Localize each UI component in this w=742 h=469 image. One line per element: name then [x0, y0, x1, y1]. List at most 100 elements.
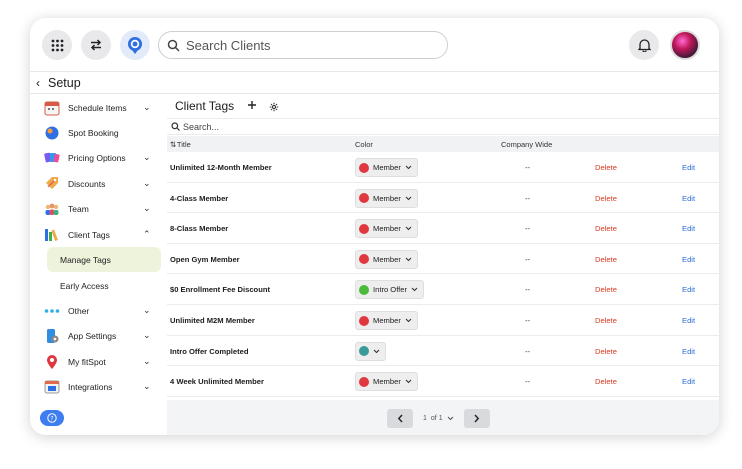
table-row: 8-Class Member Member -- Delete Edit — [167, 213, 719, 244]
color-select[interactable]: Member — [355, 372, 418, 392]
sidebar-subitem-label: Early Access — [60, 280, 109, 291]
color-select[interactable]: Member — [355, 219, 418, 239]
sidebar-subitem-manage-tags[interactable]: Manage Tags — [47, 247, 161, 272]
sidebar-subitem-early-access[interactable]: Early Access — [47, 273, 161, 298]
sidebar-item-label: Integrations — [68, 381, 113, 392]
chevron-down-icon — [447, 416, 453, 420]
sidebar-item-schedule-items[interactable]: Schedule Items ⌄ — [30, 95, 167, 120]
table-footer: 1 of 1 — [167, 400, 719, 435]
chevron-down-icon: ⌄ — [143, 305, 151, 315]
company-wide-value: -- — [525, 254, 531, 264]
delete-link[interactable]: Delete — [595, 224, 617, 233]
search-input[interactable] — [186, 37, 426, 53]
color-swatch — [359, 315, 369, 326]
help-icon: ? — [47, 413, 57, 423]
color-select[interactable]: Member — [355, 158, 418, 177]
color-select[interactable]: Intro Offer — [355, 280, 425, 300]
delete-link[interactable]: Delete — [595, 377, 617, 386]
table-row: 4 Week Unlimited Member Member -- Delete Edi… — [167, 366, 719, 397]
settings-button[interactable] — [269, 99, 279, 117]
sidebar-item-team[interactable]: Team ⌄ — [30, 196, 167, 221]
sidebar-item-label: Spot Booking — [68, 127, 119, 138]
sidebar-item-client-tags[interactable]: Client Tags ⌃ — [30, 222, 167, 247]
table-row: 4-Class Member Member -- Delete Edit — [167, 183, 719, 214]
edit-link[interactable]: Edit — [682, 347, 695, 356]
filter-bar — [167, 118, 719, 135]
sidebar-item-integrations[interactable]: Integrations ⌄ — [30, 374, 167, 399]
prev-page-button[interactable] — [387, 408, 413, 428]
color-swatch — [359, 162, 369, 173]
search-icon — [167, 39, 180, 52]
next-page-button[interactable] — [463, 408, 490, 428]
chevron-down-icon — [405, 379, 412, 384]
company-wide-value: -- — [525, 377, 531, 387]
team-icon — [44, 201, 60, 217]
delete-link[interactable]: Delete — [595, 163, 617, 172]
edit-link[interactable]: Edit — [682, 377, 695, 386]
svg-text:?: ? — [50, 415, 53, 422]
setup-header: ‹ Setup — [30, 72, 719, 94]
current-page: 1 — [423, 414, 427, 422]
edit-link[interactable]: Edit — [682, 316, 695, 325]
sidebar-item-app-settings[interactable]: App Settings ⌄ — [30, 323, 167, 348]
tag-title: 8-Class Member — [170, 224, 229, 234]
sidebar-item-my-fitspot[interactable]: My fitSpot ⌄ — [30, 349, 167, 374]
color-select[interactable]: Member — [355, 311, 418, 330]
sidebar-subitem-label: Manage Tags — [60, 254, 111, 265]
add-tag-button[interactable] — [247, 97, 257, 113]
color-select[interactable] — [355, 341, 386, 361]
tag-title: Unlimited 12-Month Member — [170, 163, 272, 172]
edit-link[interactable]: Edit — [682, 163, 695, 172]
location-pin-icon[interactable] — [120, 30, 150, 60]
chevron-down-icon: ⌄ — [143, 203, 151, 213]
sidebar-item-other[interactable]: Other ⌄ — [30, 298, 167, 323]
filter-input[interactable] — [183, 121, 383, 132]
column-header-title[interactable]: ⇅ Title — [170, 140, 191, 149]
color-swatch — [359, 346, 369, 357]
help-button[interactable]: ? — [40, 410, 64, 426]
color-swatch — [359, 193, 369, 204]
color-select[interactable]: Member — [355, 188, 418, 208]
chevron-down-icon — [411, 288, 418, 292]
page-selector[interactable]: 1 of 1 — [417, 415, 460, 422]
delete-link[interactable]: Delete — [595, 194, 617, 203]
swap-icon[interactable] — [81, 30, 111, 60]
tags-icon — [44, 227, 60, 243]
delete-link[interactable]: Delete — [595, 255, 617, 264]
color-select[interactable]: Member — [355, 249, 418, 269]
search-bar[interactable] — [158, 31, 448, 59]
chevron-down-icon — [405, 196, 412, 200]
tag-title: $0 Enrollment Fee Discount — [170, 285, 271, 295]
color-label: Member — [373, 193, 401, 203]
color-swatch — [359, 254, 369, 265]
sidebar-item-label: App Settings — [68, 330, 117, 341]
delete-link[interactable]: Delete — [595, 285, 617, 294]
chevron-down-icon — [405, 257, 412, 262]
edit-link[interactable]: Edit — [682, 194, 695, 203]
dots-icon — [44, 303, 60, 319]
edit-link[interactable]: Edit — [682, 224, 695, 233]
sidebar-item-spot-booking[interactable]: Spot Booking — [30, 120, 167, 145]
edit-link[interactable]: Edit — [682, 255, 695, 264]
avatar[interactable] — [670, 30, 700, 60]
sidebar-item-label: Other — [68, 305, 90, 316]
edit-link[interactable]: Edit — [682, 285, 695, 294]
delete-link[interactable]: Delete — [595, 316, 617, 325]
delete-link[interactable]: Delete — [595, 347, 617, 356]
sidebar-item-label: Client Tags — [68, 229, 110, 240]
sidebar-item-discounts[interactable]: Discounts ⌄ — [30, 171, 167, 196]
chevron-down-icon: ⌄ — [143, 102, 151, 112]
sidebar-item-pricing-options[interactable]: Pricing Options ⌄ — [30, 145, 167, 170]
chevron-down-icon: ⌄ — [143, 356, 151, 366]
top-bar — [30, 18, 719, 72]
chevron-right-icon — [474, 414, 480, 422]
table-row: Unlimited M2M Member Member -- Delete Edit — [167, 305, 719, 336]
table-row: $0 Enrollment Fee Discount Intro Offer -- D… — [167, 274, 719, 305]
chevron-up-icon: ⌃ — [143, 229, 151, 239]
column-header-color: Color — [355, 140, 373, 149]
map-pin-icon — [44, 354, 60, 370]
bell-icon[interactable] — [629, 30, 659, 60]
grid-icon[interactable] — [42, 30, 72, 60]
back-chevron-icon[interactable]: ‹ — [36, 76, 40, 90]
integrations-icon — [44, 379, 60, 395]
